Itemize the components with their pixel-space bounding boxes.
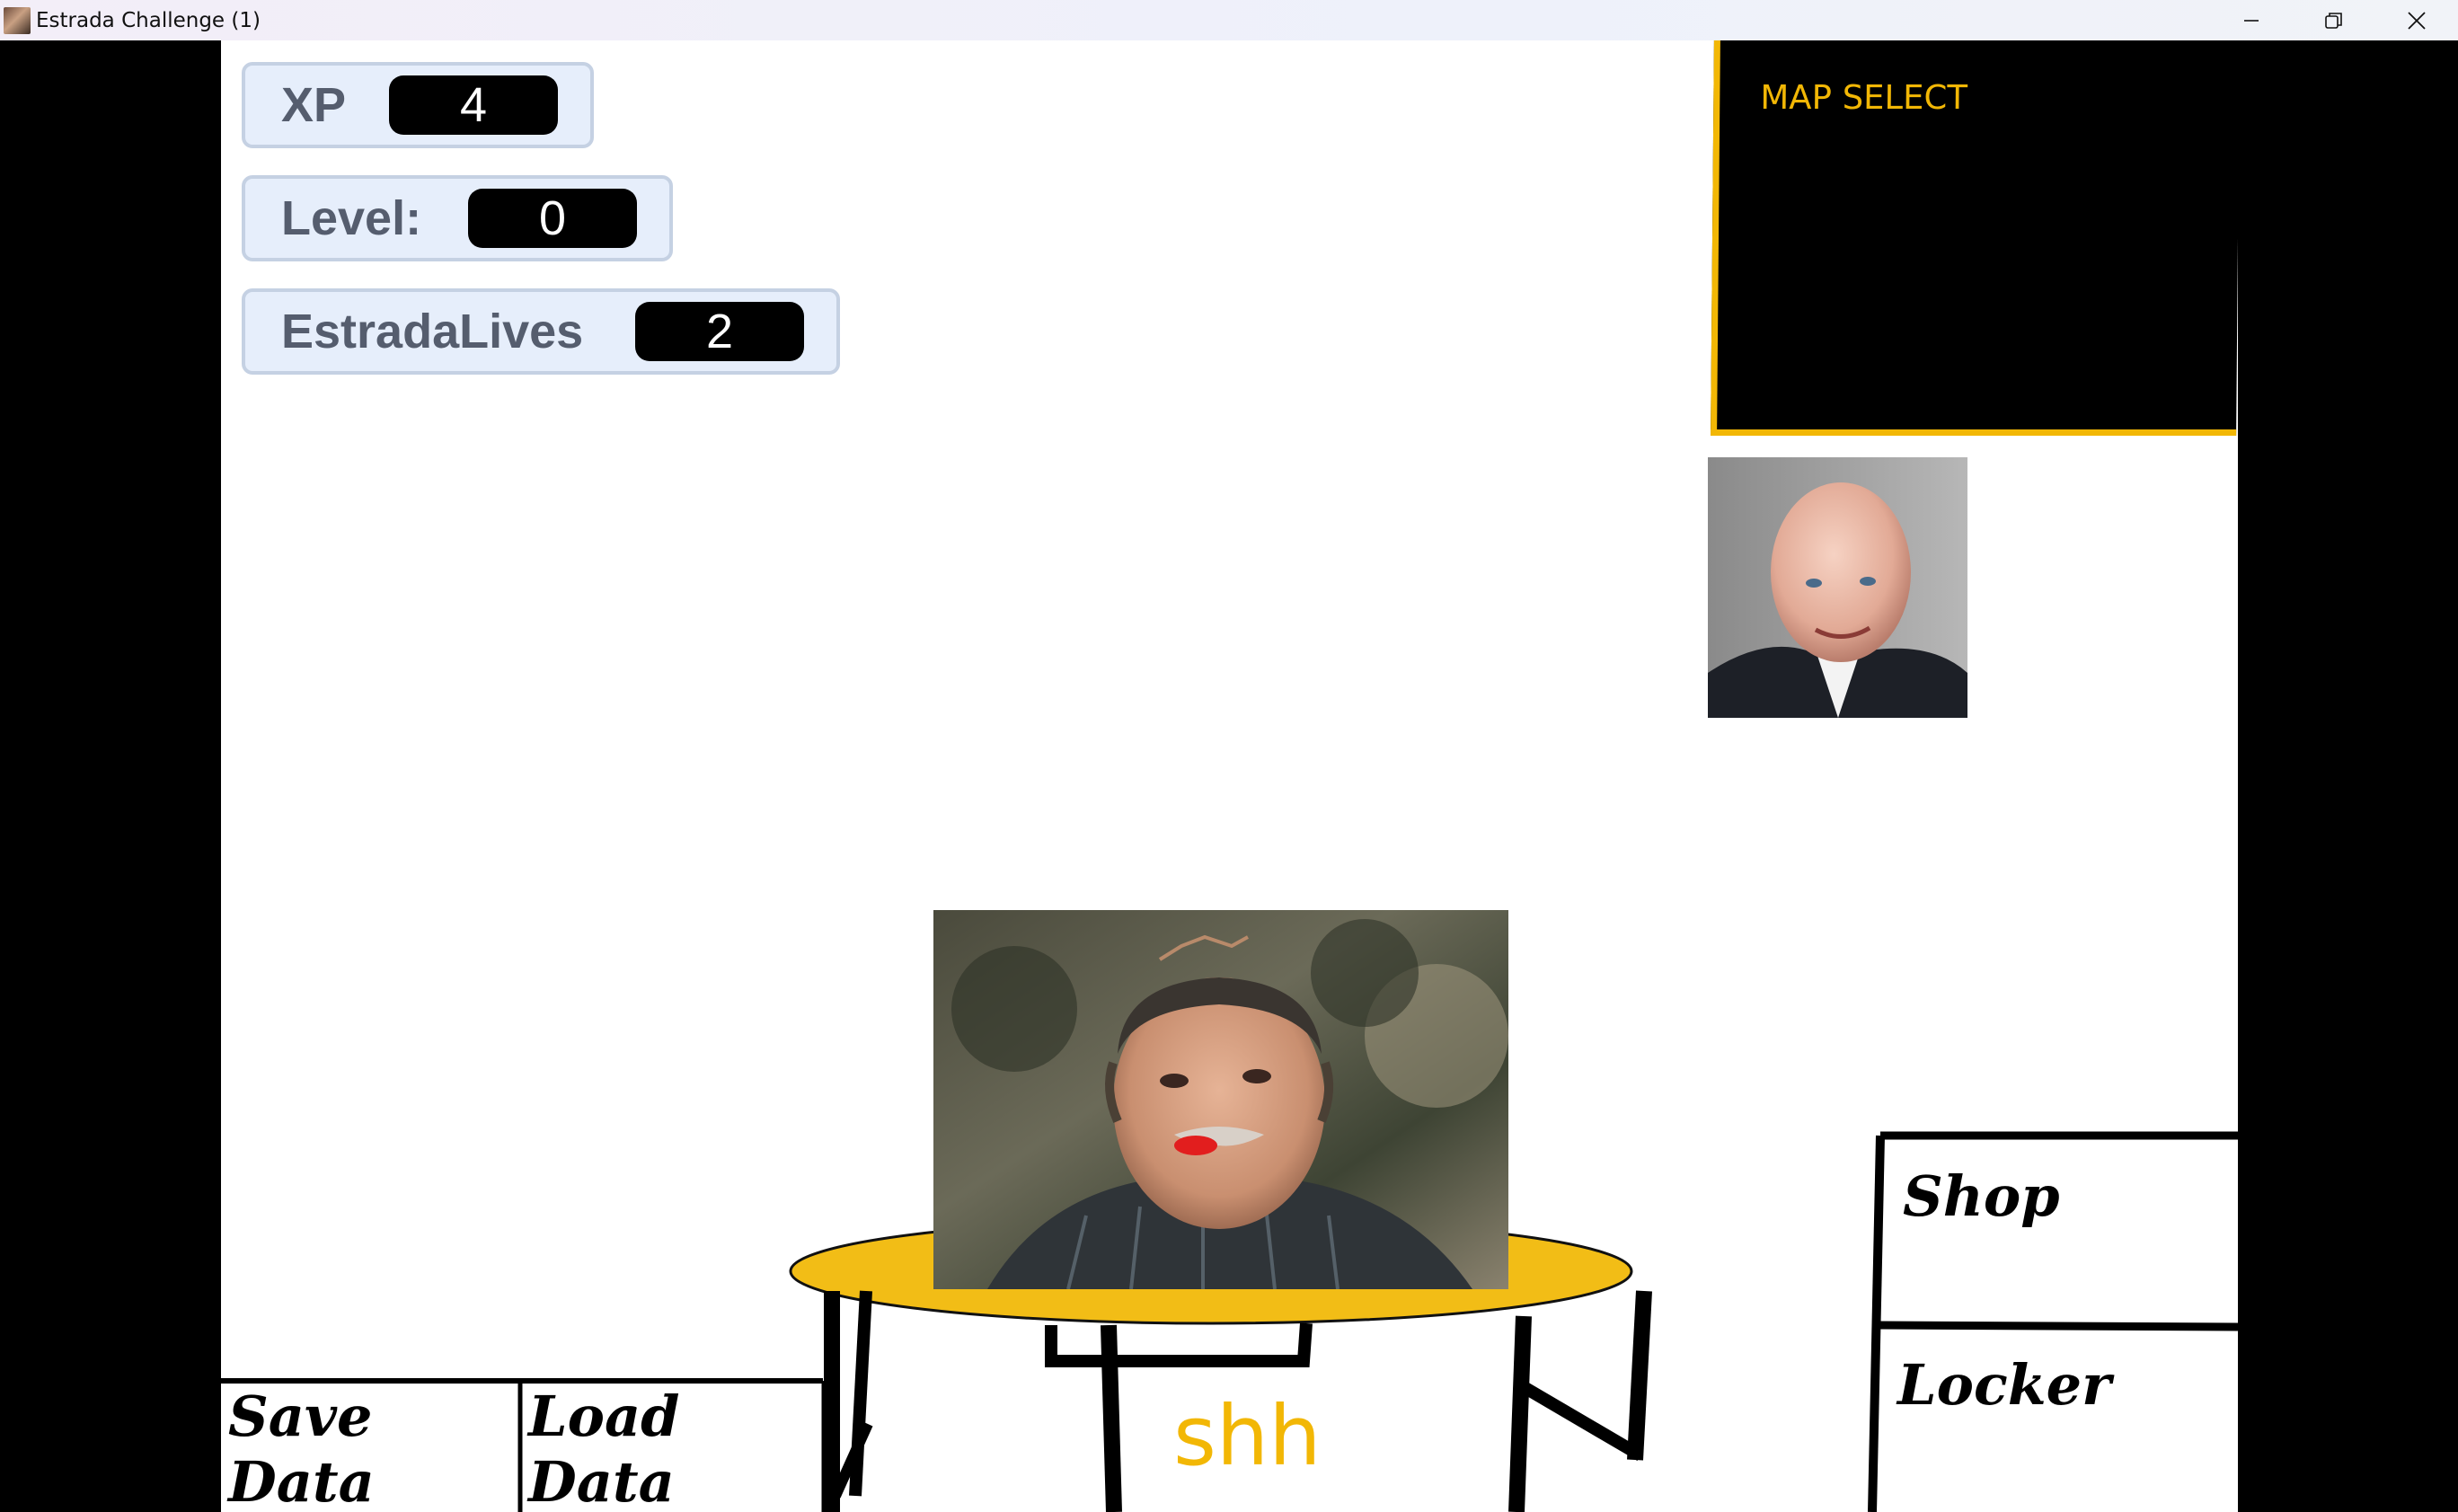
bald-man-portrait [1708, 457, 1967, 718]
minimize-icon [2244, 19, 2259, 22]
lives-label: EstradaLives [281, 305, 584, 358]
table-leg [1627, 1290, 1652, 1461]
shh-text: shh [1173, 1388, 1322, 1484]
level-stat: Level: 0 [242, 175, 673, 261]
xp-value: 4 [389, 75, 558, 135]
window-controls [2210, 0, 2458, 40]
shop-locker-divider [1878, 1321, 2238, 1331]
xp-stat: XP 4 [242, 62, 594, 148]
table-leg-brace [1522, 1382, 1644, 1462]
window-title: Estrada Challenge (1) [36, 8, 261, 32]
title-bar: Estrada Challenge (1) [0, 0, 2458, 40]
restore-icon [2325, 12, 2342, 29]
lives-stat: EstradaLives 2 [242, 288, 840, 375]
locker-label: Locker [1897, 1352, 2111, 1418]
close-button[interactable] [2375, 0, 2458, 40]
load-data-label: Load Data [528, 1384, 680, 1512]
minimize-button[interactable] [2210, 0, 2293, 40]
shop-button[interactable]: Shop [1885, 1140, 2238, 1322]
save-data-label: Save Data [228, 1384, 375, 1512]
table-brace [1045, 1322, 1313, 1367]
load-data-button[interactable]: Load Data [523, 1384, 823, 1512]
restore-button[interactable] [2293, 0, 2375, 40]
shop-label: Shop [1903, 1163, 2060, 1229]
xp-label: XP [281, 78, 347, 132]
old-man-portrait [933, 910, 1508, 1289]
lives-value: 2 [635, 302, 804, 361]
map-select-panel[interactable]: MAP SELECT [1711, 40, 2238, 436]
table-leg [849, 1290, 872, 1497]
save-data-button[interactable]: Save Data [221, 1384, 519, 1512]
table-leg [1101, 1324, 1122, 1512]
locker-button[interactable]: Locker [1879, 1331, 2238, 1512]
level-label: Level: [281, 191, 422, 245]
app-icon [4, 6, 31, 34]
map-select-label: MAP SELECT [1760, 78, 1968, 117]
level-value: 0 [468, 189, 637, 248]
game-stage: XP 4 Level: 0 EstradaLives 2 MAP SELECT [221, 40, 2238, 1512]
close-icon [2408, 11, 2426, 30]
table-leg [1508, 1315, 1532, 1512]
table-leg-brace [830, 1421, 873, 1499]
